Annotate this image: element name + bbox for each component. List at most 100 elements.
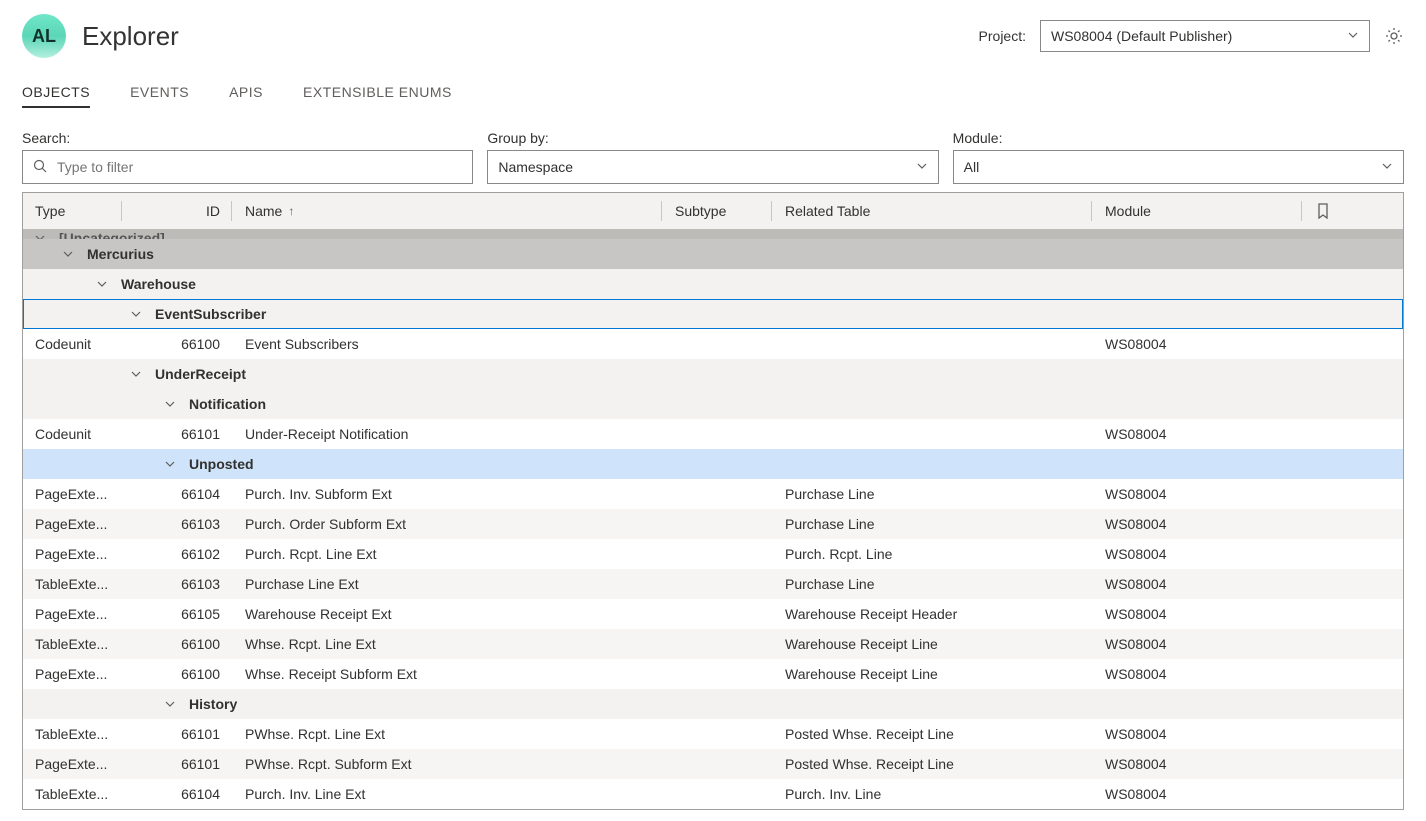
module-dropdown[interactable]: All: [953, 150, 1404, 184]
search-icon: [33, 159, 47, 176]
column-header-subtype[interactable]: Subtype: [663, 193, 773, 229]
chevron-down-icon[interactable]: [165, 399, 177, 409]
search-input[interactable]: [55, 158, 462, 176]
table-row[interactable]: Codeunit66100Event SubscribersWS08004: [23, 329, 1403, 359]
cell-name: Purchase Line Ext: [233, 569, 663, 599]
cell-id: 66101: [123, 419, 233, 449]
cell-bookmark: [1303, 539, 1343, 569]
cell-id: 66102: [123, 539, 233, 569]
cell-type: PageExte...: [23, 749, 123, 779]
filter-row: Search: Group by: Namespace Module: All: [22, 130, 1404, 184]
cell-name: Warehouse Receipt Ext: [233, 599, 663, 629]
search-column: Search:: [22, 130, 473, 184]
cell-module: WS08004: [1093, 659, 1303, 689]
cell-related: Purchase Line: [773, 479, 1093, 509]
table-row[interactable]: PageExte...66100Whse. Receipt Subform Ex…: [23, 659, 1403, 689]
column-header-bookmark[interactable]: [1303, 193, 1343, 229]
cell-subtype: [663, 629, 773, 659]
cell-related: Purch. Rcpt. Line: [773, 539, 1093, 569]
cell-name: PWhse. Rcpt. Line Ext: [233, 719, 663, 749]
group-cell: Mercurius: [23, 246, 1403, 262]
chevron-down-icon[interactable]: [97, 279, 109, 289]
module-label: Module:: [953, 130, 1404, 146]
table-row[interactable]: PageExte...66104Purch. Inv. Subform ExtP…: [23, 479, 1403, 509]
grid-header: Type ID Name ↑ Subtype Related Table Mod…: [23, 193, 1403, 229]
tab-events[interactable]: EVENTS: [130, 84, 189, 108]
chevron-down-icon: [916, 159, 928, 175]
sort-ascending-icon: ↑: [288, 204, 294, 218]
cell-name: Whse. Rcpt. Line Ext: [233, 629, 663, 659]
tab-apis[interactable]: APIS: [229, 84, 263, 108]
header-right: Project: WS08004 (Default Publisher): [979, 20, 1404, 52]
tab-objects[interactable]: OBJECTS: [22, 84, 90, 108]
cell-type: TableExte...: [23, 629, 123, 659]
cell-module: WS08004: [1093, 749, 1303, 779]
cell-subtype: [663, 749, 773, 779]
search-input-wrapper[interactable]: [22, 150, 473, 184]
column-header-type[interactable]: Type: [23, 193, 123, 229]
project-dropdown[interactable]: WS08004 (Default Publisher): [1040, 20, 1370, 52]
cell-name: Purch. Inv. Line Ext: [233, 779, 663, 809]
chevron-down-icon[interactable]: [165, 699, 177, 709]
cell-related: Posted Whse. Receipt Line: [773, 719, 1093, 749]
table-row[interactable]: PageExte...66103Purch. Order Subform Ext…: [23, 509, 1403, 539]
chevron-down-icon[interactable]: [63, 249, 75, 259]
group-row[interactable]: History: [23, 689, 1403, 719]
table-row[interactable]: TableExte...66103Purchase Line ExtPurcha…: [23, 569, 1403, 599]
cell-type: Codeunit: [23, 329, 123, 359]
cell-bookmark: [1303, 749, 1343, 779]
table-row[interactable]: PageExte...66101PWhse. Rcpt. Subform Ext…: [23, 749, 1403, 779]
group-row[interactable]: Warehouse: [23, 269, 1403, 299]
chevron-down-icon[interactable]: [131, 369, 143, 379]
cell-subtype: [663, 509, 773, 539]
cell-type: TableExte...: [23, 779, 123, 809]
group-row[interactable]: Unposted: [23, 449, 1403, 479]
objects-grid: Type ID Name ↑ Subtype Related Table Mod…: [22, 192, 1404, 810]
chevron-down-icon: [1381, 159, 1393, 175]
cell-module: WS08004: [1093, 629, 1303, 659]
group-row[interactable]: UnderReceipt: [23, 359, 1403, 389]
table-row[interactable]: TableExte...66101PWhse. Rcpt. Line ExtPo…: [23, 719, 1403, 749]
group-row[interactable]: Notification: [23, 389, 1403, 419]
cell-module: WS08004: [1093, 509, 1303, 539]
cell-module: WS08004: [1093, 419, 1303, 449]
table-row[interactable]: PageExte...66105Warehouse Receipt ExtWar…: [23, 599, 1403, 629]
cell-bookmark: [1303, 479, 1343, 509]
group-row[interactable]: EventSubscriber: [23, 299, 1403, 329]
group-label: Warehouse: [121, 276, 196, 292]
tab-extensible-enums[interactable]: EXTENSIBLE ENUMS: [303, 84, 452, 108]
column-header-module[interactable]: Module: [1093, 193, 1303, 229]
group-label: UnderReceipt: [155, 366, 246, 382]
cell-type: PageExte...: [23, 659, 123, 689]
cell-related: Purch. Inv. Line: [773, 779, 1093, 809]
gear-icon[interactable]: [1384, 26, 1404, 46]
chevron-down-icon[interactable]: [35, 233, 47, 239]
group-label: Notification: [189, 396, 266, 412]
table-row[interactable]: TableExte...66104Purch. Inv. Line ExtPur…: [23, 779, 1403, 809]
project-label: Project:: [979, 28, 1026, 44]
group-row[interactable]: Mercurius: [23, 239, 1403, 269]
groupby-dropdown[interactable]: Namespace: [487, 150, 938, 184]
column-header-id[interactable]: ID: [123, 193, 233, 229]
cell-type: PageExte...: [23, 599, 123, 629]
chevron-down-icon[interactable]: [165, 459, 177, 469]
group-label: History: [189, 696, 237, 712]
column-header-name[interactable]: Name ↑: [233, 193, 663, 229]
table-row[interactable]: PageExte...66102Purch. Rcpt. Line ExtPur…: [23, 539, 1403, 569]
cell-module: WS08004: [1093, 329, 1303, 359]
header-left: AL Explorer: [22, 14, 179, 58]
table-row[interactable]: TableExte...66100Whse. Rcpt. Line ExtWar…: [23, 629, 1403, 659]
table-row[interactable]: Codeunit66101Under-Receipt NotificationW…: [23, 419, 1403, 449]
cell-bookmark: [1303, 419, 1343, 449]
project-value: WS08004 (Default Publisher): [1051, 28, 1232, 44]
cell-related: Warehouse Receipt Line: [773, 629, 1093, 659]
cell-id: 66100: [123, 329, 233, 359]
cell-name: Whse. Receipt Subform Ext: [233, 659, 663, 689]
cell-related: [773, 419, 1093, 449]
group-cell: History: [23, 696, 1403, 712]
chevron-down-icon[interactable]: [131, 309, 143, 319]
column-header-related[interactable]: Related Table: [773, 193, 1093, 229]
group-row[interactable]: [Uncategorized]: [23, 229, 1403, 239]
cell-name: Purch. Inv. Subform Ext: [233, 479, 663, 509]
cell-bookmark: [1303, 569, 1343, 599]
